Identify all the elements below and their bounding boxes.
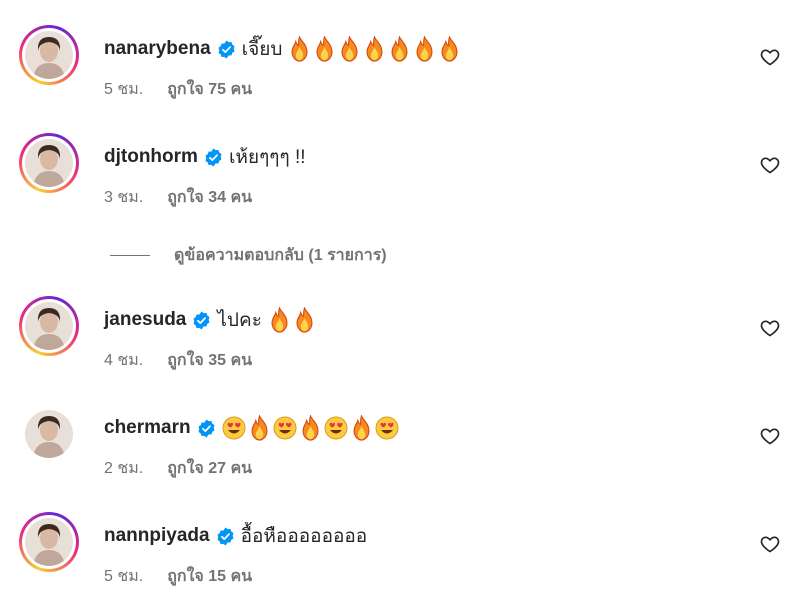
verified-badge-icon xyxy=(205,147,222,167)
like-heart-icon[interactable] xyxy=(760,155,780,175)
avatar-story-ring[interactable] xyxy=(19,133,79,193)
comment-time[interactable]: 3 ชม. xyxy=(104,185,143,210)
fire-emoji-icon xyxy=(388,36,413,62)
comment-item: nannpiyada อื้อหืออออออออ 5 ชม. ถูกใจ 15… xyxy=(0,512,800,602)
avatar xyxy=(25,410,73,458)
fire-emoji-icon xyxy=(413,36,438,62)
comment-item: chermarn 2 ชม. ถูกใจ 27 คน xyxy=(0,404,800,494)
avatar-story-ring[interactable] xyxy=(19,404,79,464)
heart-eyes-emoji-icon xyxy=(222,416,248,440)
avatar-story-ring[interactable] xyxy=(19,512,79,572)
verified-badge-icon xyxy=(198,418,215,438)
comment-text: ไปคะ xyxy=(217,310,262,331)
comment-time[interactable]: 5 ชม. xyxy=(104,564,143,589)
comment-text: เห้ยๆๆๆ !! xyxy=(228,147,306,168)
comment-time[interactable]: 4 ชม. xyxy=(104,348,143,373)
comment-likes[interactable]: ถูกใจ 15 คน xyxy=(167,564,252,589)
avatar xyxy=(25,139,73,187)
avatar xyxy=(25,31,73,79)
comment-emojis xyxy=(288,36,463,62)
view-replies-link[interactable]: ดูข้อความตอบกลับ (1 รายการ) xyxy=(110,243,387,267)
comment-likes[interactable]: ถูกใจ 34 คน xyxy=(167,185,252,210)
comment-item: djtonhorm เห้ยๆๆๆ !! 3 ชม. ถูกใจ 34 คน xyxy=(0,133,800,223)
avatar-story-ring[interactable] xyxy=(19,296,79,356)
view-replies-label: ดูข้อความตอบกลับ (1 รายการ) xyxy=(174,246,387,264)
avatar xyxy=(25,302,73,350)
comment-emojis xyxy=(222,415,401,441)
comment-item: janesuda ไปคะ 4 ชม. ถูกใจ 35 คน xyxy=(0,296,800,386)
fire-emoji-icon xyxy=(248,415,273,441)
replies-divider xyxy=(110,254,150,256)
comment-text: อื้อหืออออออออ xyxy=(240,526,368,547)
comment-username[interactable]: djtonhorm xyxy=(104,146,198,168)
comment-username[interactable]: chermarn xyxy=(104,417,191,439)
verified-badge-icon xyxy=(217,526,234,546)
heart-eyes-emoji-icon xyxy=(375,416,401,440)
comment-text: เจี๊ยบ xyxy=(241,39,283,60)
comment-username[interactable]: janesuda xyxy=(104,309,186,331)
heart-eyes-emoji-icon xyxy=(273,416,299,440)
fire-emoji-icon xyxy=(363,36,388,62)
avatar xyxy=(25,518,73,566)
comment-emojis xyxy=(268,307,318,333)
comment-time[interactable]: 2 ชม. xyxy=(104,456,143,481)
fire-emoji-icon xyxy=(313,36,338,62)
heart-eyes-emoji-icon xyxy=(324,416,350,440)
comment-likes[interactable]: ถูกใจ 35 คน xyxy=(167,348,252,373)
verified-badge-icon xyxy=(193,310,210,330)
verified-badge-icon xyxy=(218,39,235,59)
fire-emoji-icon xyxy=(350,415,375,441)
comment-likes[interactable]: ถูกใจ 27 คน xyxy=(167,456,252,481)
comment-username[interactable]: nannpiyada xyxy=(104,525,210,547)
fire-emoji-icon xyxy=(268,307,293,333)
fire-emoji-icon xyxy=(338,36,363,62)
fire-emoji-icon xyxy=(438,36,463,62)
comment-time[interactable]: 5 ชม. xyxy=(104,77,143,102)
fire-emoji-icon xyxy=(293,307,318,333)
comment-likes[interactable]: ถูกใจ 75 คน xyxy=(167,77,252,102)
comment-item: nanarybena เจี๊ยบ 5 ชม. ถูกใจ 75 คน xyxy=(0,25,800,115)
like-heart-icon[interactable] xyxy=(760,426,780,446)
like-heart-icon[interactable] xyxy=(760,534,780,554)
avatar-story-ring[interactable] xyxy=(19,25,79,85)
like-heart-icon[interactable] xyxy=(760,47,780,67)
fire-emoji-icon xyxy=(299,415,324,441)
comment-username[interactable]: nanarybena xyxy=(104,38,211,60)
fire-emoji-icon xyxy=(288,36,313,62)
like-heart-icon[interactable] xyxy=(760,318,780,338)
